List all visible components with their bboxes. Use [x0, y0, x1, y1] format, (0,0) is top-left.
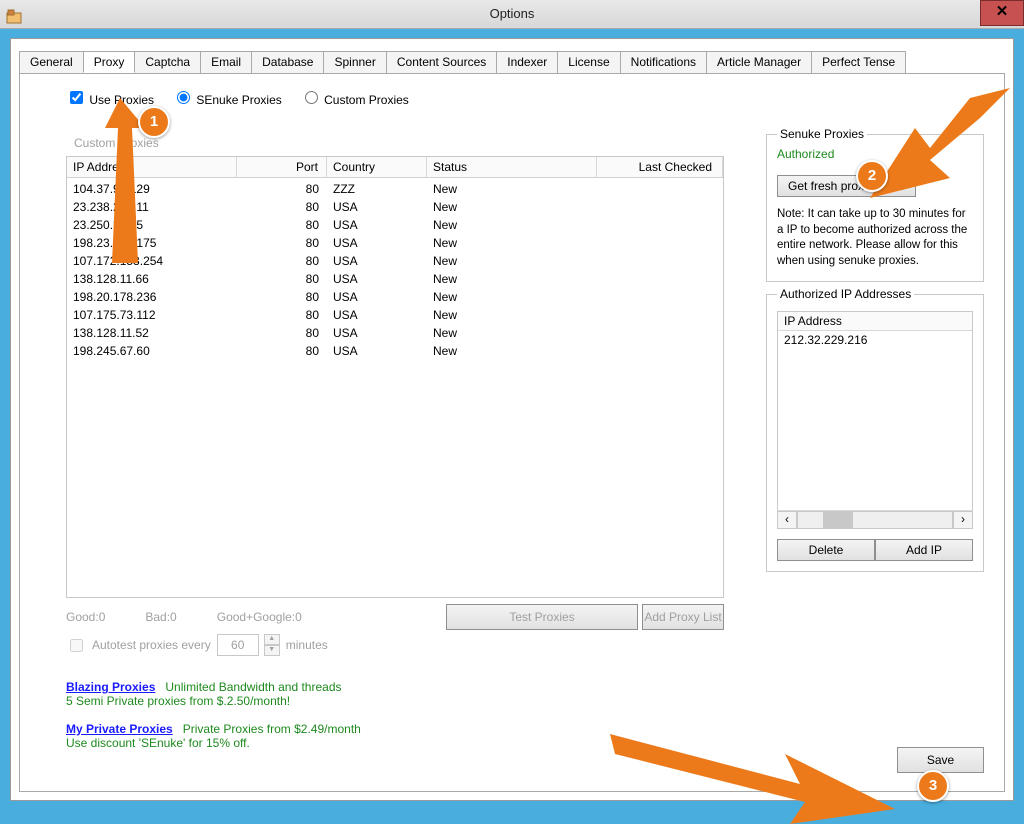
save-button[interactable]: Save — [897, 747, 984, 773]
tab-article-manager[interactable]: Article Manager — [706, 51, 812, 73]
annotation-arrow-3 — [610, 714, 900, 824]
stat-good-google: Good+Google:0 — [217, 610, 302, 624]
stat-bad: Bad:0 — [145, 610, 176, 624]
ip-list-header[interactable]: IP Address — [778, 312, 972, 331]
radio-senuke-input[interactable] — [177, 91, 190, 104]
add-ip-button[interactable]: Add IP — [875, 539, 973, 561]
spinner-down-icon[interactable]: ▼ — [264, 645, 280, 656]
my-private-proxies-text2: Use discount 'SEnuke' for 15% off. — [66, 736, 361, 750]
window-title: Options — [490, 6, 535, 21]
senuke-proxies-legend: Senuke Proxies — [777, 127, 867, 141]
scroll-track[interactable] — [797, 511, 953, 529]
tab-perfect-tense[interactable]: Perfect Tense — [811, 51, 906, 73]
tab-strip: GeneralProxyCaptchaEmailDatabaseSpinnerC… — [11, 39, 1013, 73]
tab-notifications[interactable]: Notifications — [620, 51, 707, 73]
custom-proxies-group-label: Custom Proxies — [74, 136, 159, 150]
scroll-thumb[interactable] — [823, 512, 853, 528]
table-row[interactable]: 198.23.174.17580USANew — [67, 234, 723, 252]
table-row[interactable]: 138.128.11.5280USANew — [67, 324, 723, 342]
proxy-table-header: IP Address Port Country Status Last Chec… — [67, 157, 723, 178]
my-private-proxies-text1: Private Proxies from $2.49/month — [176, 722, 361, 736]
spinner-up-icon[interactable]: ▲ — [264, 634, 280, 645]
tab-license[interactable]: License — [557, 51, 620, 73]
autotest-label: Autotest proxies every — [92, 638, 211, 652]
col-status[interactable]: Status — [427, 157, 597, 177]
list-item[interactable]: 212.32.229.216 — [784, 333, 966, 347]
tab-spinner[interactable]: Spinner — [323, 51, 386, 73]
tab-panel-proxy: Use Proxies SEnuke Proxies Custom Proxie… — [19, 73, 1005, 792]
radio-custom-proxies[interactable]: Custom Proxies — [300, 88, 409, 107]
tab-email[interactable]: Email — [200, 51, 252, 73]
tab-captcha[interactable]: Captcha — [134, 51, 201, 73]
authorized-ip-group: Authorized IP Addresses IP Address 212.3… — [766, 294, 984, 572]
table-row[interactable]: 104.37.92.12980ZZZNew — [67, 180, 723, 198]
proxy-table-body: 104.37.92.12980ZZZNew23.238.214.1180USAN… — [67, 178, 723, 360]
callout-1: 1 — [138, 106, 170, 138]
table-row[interactable]: 198.245.67.6080USANew — [67, 342, 723, 360]
authorized-ip-list[interactable]: IP Address 212.32.229.216 — [777, 311, 973, 529]
use-proxies-label: Use Proxies — [89, 93, 154, 107]
senuke-note: Note: It can take up to 30 minutes for a… — [777, 207, 973, 269]
col-port[interactable]: Port — [237, 157, 327, 177]
table-row[interactable]: 23.250.37.3580USANew — [67, 216, 723, 234]
blazing-proxies-text1: Unlimited Bandwidth and threads — [159, 680, 342, 694]
delete-ip-button[interactable]: Delete — [777, 539, 875, 561]
promo-area: Blazing Proxies Unlimited Bandwidth and … — [66, 680, 361, 750]
tab-general[interactable]: General — [19, 51, 84, 73]
scroll-left-icon[interactable]: ‹ — [777, 511, 797, 529]
autotest-interval-input[interactable]: 60 — [217, 634, 259, 656]
client-area: GeneralProxyCaptchaEmailDatabaseSpinnerC… — [10, 38, 1014, 801]
radio-custom-input[interactable] — [305, 91, 318, 104]
tab-indexer[interactable]: Indexer — [496, 51, 558, 73]
col-last-checked[interactable]: Last Checked — [597, 157, 723, 177]
authorized-status: Authorized — [777, 147, 973, 161]
add-proxy-list-button[interactable]: Add Proxy List — [642, 604, 724, 630]
col-ip[interactable]: IP Address — [67, 157, 237, 177]
table-row[interactable]: 107.172.153.25480USANew — [67, 252, 723, 270]
autotest-unit: minutes — [286, 638, 328, 652]
test-proxies-button[interactable]: Test Proxies — [446, 604, 638, 630]
use-proxies-checkbox[interactable]: Use Proxies — [66, 88, 154, 107]
blazing-proxies-text2: 5 Semi Private proxies from $.2.50/month… — [66, 694, 361, 708]
tab-content-sources[interactable]: Content Sources — [386, 51, 497, 73]
blazing-proxies-link[interactable]: Blazing Proxies — [66, 680, 155, 694]
proxy-table[interactable]: IP Address Port Country Status Last Chec… — [66, 156, 724, 598]
ip-list-body: 212.32.229.216 — [778, 331, 972, 349]
right-column: Senuke Proxies Authorized Get fresh prox… — [766, 134, 984, 623]
autotest-spinner[interactable]: ▲ ▼ — [264, 634, 280, 656]
authorized-ip-legend: Authorized IP Addresses — [777, 287, 914, 301]
close-button[interactable]: ✕ — [980, 0, 1024, 26]
autotest-checkbox[interactable] — [70, 639, 83, 652]
callout-3: 3 — [917, 770, 949, 802]
table-row[interactable]: 198.20.178.23680USANew — [67, 288, 723, 306]
proxy-top-row: Use Proxies SEnuke Proxies Custom Proxie… — [20, 74, 1004, 115]
titlebar: Options ✕ — [0, 0, 1024, 29]
radio-custom-label: Custom Proxies — [324, 93, 409, 107]
table-row[interactable]: 107.175.73.11280USANew — [67, 306, 723, 324]
table-row[interactable]: 138.128.11.6680USANew — [67, 270, 723, 288]
ip-list-scrollbar[interactable]: ‹ › — [777, 510, 973, 529]
stat-good: Good:0 — [66, 610, 105, 624]
radio-senuke-proxies[interactable]: SEnuke Proxies — [172, 88, 282, 107]
callout-2: 2 — [856, 160, 888, 192]
options-window: Options ✕ GeneralProxyCaptchaEmailDataba… — [0, 0, 1024, 811]
use-proxies-input[interactable] — [70, 91, 83, 104]
table-row[interactable]: 23.238.214.1180USANew — [67, 198, 723, 216]
scroll-right-icon[interactable]: › — [953, 511, 973, 529]
tab-database[interactable]: Database — [251, 51, 324, 73]
col-country[interactable]: Country — [327, 157, 427, 177]
senuke-proxies-group: Senuke Proxies Authorized Get fresh prox… — [766, 134, 984, 282]
tab-proxy[interactable]: Proxy — [83, 51, 136, 73]
get-fresh-proxies-button[interactable]: Get fresh proxies now — [777, 175, 916, 197]
proxy-stats-area: Good:0 Bad:0 Good+Google:0 Test Proxies … — [66, 610, 722, 656]
radio-senuke-label: SEnuke Proxies — [196, 93, 281, 107]
my-private-proxies-link[interactable]: My Private Proxies — [66, 722, 173, 736]
app-icon — [6, 6, 22, 22]
